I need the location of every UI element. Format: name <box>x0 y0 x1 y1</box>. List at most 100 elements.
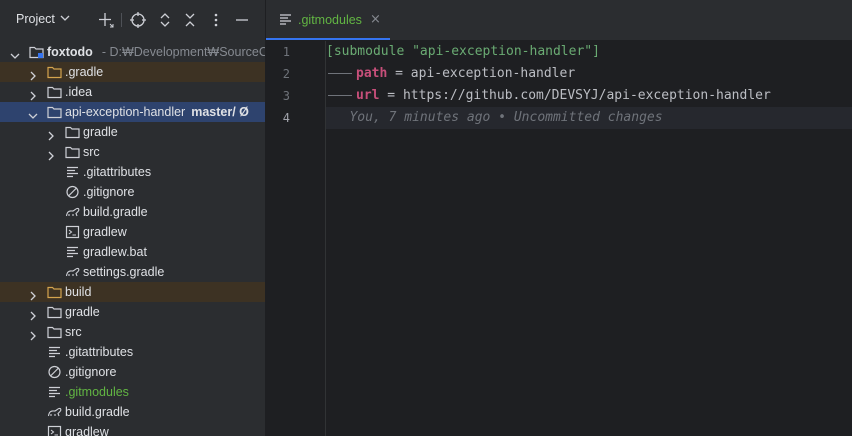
project-view-selector[interactable]: Project <box>16 12 55 26</box>
tree-item-label: .gitignore <box>83 182 134 202</box>
tree-item-label: build <box>65 282 91 302</box>
code-token: = api-exception-handler <box>387 66 576 81</box>
chevron-right-icon[interactable] <box>28 287 38 301</box>
project-tree[interactable]: foxtodo - D:₩Development₩SourceCo .gradle.… <box>0 42 265 436</box>
folder-icon <box>65 145 80 159</box>
line-number-gutter: 1 2 3 4 <box>266 41 326 129</box>
code-line[interactable]: You, 7 minutes ago • Uncommitted changes <box>326 107 852 129</box>
tree-item[interactable]: settings.gradle <box>0 262 265 282</box>
folder-icon <box>47 305 62 319</box>
code-line[interactable]: url = https://github.com/DEVSYJ/api-exce… <box>326 85 852 107</box>
tree-item[interactable]: build.gradle <box>0 402 265 422</box>
text-file-icon <box>65 165 80 179</box>
tree-item[interactable]: src <box>0 322 265 342</box>
chevron-right-icon[interactable] <box>46 127 56 141</box>
line-number: 4 <box>282 111 290 125</box>
chevron-right-icon[interactable] <box>28 327 38 341</box>
code-line[interactable]: [submodule "api-exception-handler"] <box>326 41 852 63</box>
tree-item-name: api-exception-handler <box>65 105 186 119</box>
tree-item-name: gradlew.bat <box>83 245 147 259</box>
editor-tab-bar: .gitmodules × <box>266 0 852 41</box>
tree-item-name: .gradle <box>65 65 104 79</box>
project-panel: Project foxtodo - D:₩Development₩SourceCo… <box>0 0 266 436</box>
chevron-right-icon[interactable] <box>28 67 38 81</box>
close-icon[interactable]: × <box>370 12 381 27</box>
shell-file-icon <box>47 425 62 436</box>
tree-item[interactable]: foxtodo - D:₩Development₩SourceCo <box>0 42 265 62</box>
indent-guide <box>328 73 352 74</box>
tree-item[interactable]: gradle <box>0 122 265 142</box>
tab-label: .gitmodules <box>298 13 362 27</box>
tree-item[interactable]: .gitmodules <box>0 382 265 402</box>
line-number: 3 <box>282 89 290 103</box>
tree-item[interactable]: gradle <box>0 302 265 322</box>
tree-item[interactable]: .gradle <box>0 62 265 82</box>
tree-item-label: gradlew.bat <box>83 242 147 262</box>
tree-item-label: build.gradle <box>83 202 148 222</box>
tree-item-name: settings.gradle <box>83 265 165 279</box>
ignore-file-icon <box>47 365 62 379</box>
module-folder-icon <box>29 45 44 59</box>
tree-item[interactable]: .gitattributes <box>0 162 265 182</box>
chevron-right-icon[interactable] <box>28 87 38 101</box>
text-file-icon <box>65 245 80 259</box>
hide-panel-icon[interactable] <box>233 11 251 29</box>
folder-orange-icon <box>47 65 62 79</box>
tree-item-label: .idea <box>65 82 92 102</box>
tree-item-name: gradlew <box>65 425 109 436</box>
collapse-all-icon[interactable] <box>181 11 199 29</box>
tree-item-name: .gitattributes <box>83 165 152 179</box>
code-editor[interactable]: [submodule "api-exception-handler"] path … <box>326 41 852 129</box>
gradle-file-icon <box>65 205 80 219</box>
tree-item[interactable]: .gitignore <box>0 182 265 202</box>
indent-guide <box>328 95 352 96</box>
git-branch-label: master/ Ø <box>191 105 249 119</box>
folder-orange-icon <box>47 285 62 299</box>
tree-item-name: build.gradle <box>83 205 148 219</box>
folder-icon <box>47 325 62 339</box>
tree-item-name: .gitignore <box>65 365 117 379</box>
tree-item[interactable]: build <box>0 282 265 302</box>
tree-item-name: src <box>83 145 100 159</box>
tree-item[interactable]: gradlew.bat <box>0 242 265 262</box>
tree-item[interactable]: gradlew <box>0 222 265 242</box>
tree-item-name: src <box>65 325 82 339</box>
code-token: [submodule "api-exception-handler"] <box>326 44 600 59</box>
chevron-down-icon[interactable] <box>10 47 20 59</box>
chevron-down-icon[interactable] <box>28 107 38 119</box>
tree-item[interactable]: src <box>0 142 265 162</box>
chevron-right-icon[interactable] <box>28 307 38 321</box>
expand-all-icon[interactable] <box>156 11 174 29</box>
tree-item-name: .idea <box>65 85 93 99</box>
tree-item-name: foxtodo <box>47 45 93 59</box>
ignore-file-icon <box>65 185 80 199</box>
tree-item[interactable]: .gitignore <box>0 362 265 382</box>
folder-icon <box>47 85 62 99</box>
tree-item-label: gradlew <box>65 422 109 436</box>
project-panel-header: Project <box>0 0 265 40</box>
gradle-file-icon <box>65 265 80 279</box>
folder-icon <box>47 105 62 119</box>
chevron-down-icon[interactable] <box>60 13 70 23</box>
tree-item-label: .gradle <box>65 62 103 82</box>
editor-area: .gitmodules × 1 2 3 4 [submodule "api-excep… <box>266 0 852 436</box>
chevron-right-icon[interactable] <box>46 147 56 161</box>
tree-item-name: build <box>65 285 92 299</box>
tree-item[interactable]: build.gradle <box>0 202 265 222</box>
tree-item-label: build.gradle <box>65 402 130 422</box>
tree-item-label: .gitmodules <box>65 382 129 402</box>
code-line[interactable]: path = api-exception-handler <box>326 63 852 85</box>
tree-item-name: .gitattributes <box>65 345 134 359</box>
text-file-icon <box>280 14 291 25</box>
tree-item-name: build.gradle <box>65 405 130 419</box>
tree-item[interactable]: api-exception-handler master/ Ø <box>0 102 265 122</box>
tree-item[interactable]: .idea <box>0 82 265 102</box>
more-options-icon[interactable] <box>207 11 225 29</box>
add-icon[interactable] <box>97 11 115 29</box>
locate-icon[interactable] <box>129 11 147 29</box>
tree-item-label: .gitattributes <box>65 342 133 362</box>
folder-icon <box>65 125 80 139</box>
tab-gitmodules[interactable]: .gitmodules × <box>266 0 390 40</box>
tree-item[interactable]: .gitattributes <box>0 342 265 362</box>
tree-item[interactable]: gradlew <box>0 422 265 436</box>
